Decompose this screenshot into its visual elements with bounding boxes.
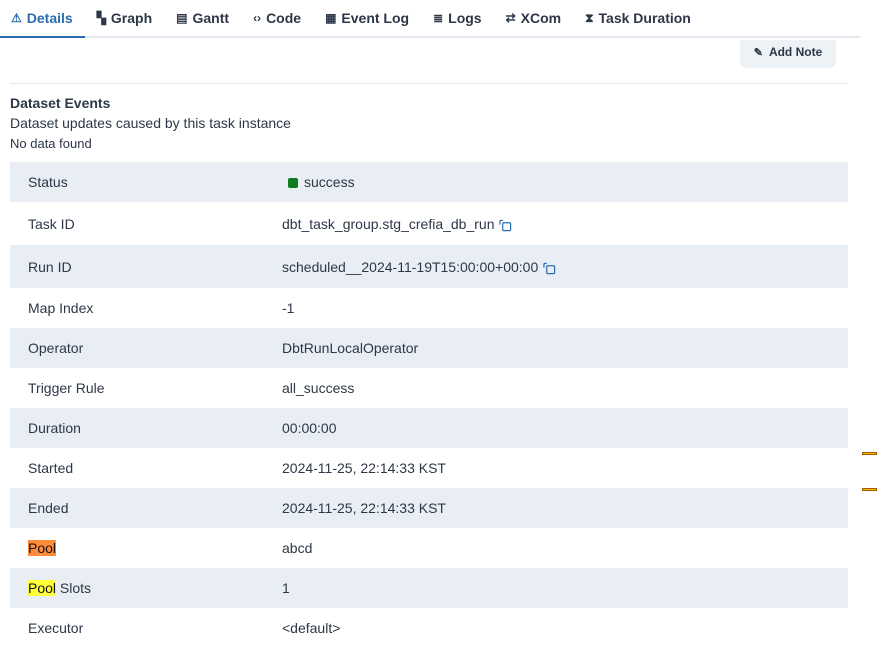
row-key: Operator	[28, 340, 84, 356]
warning-triangle-icon: ⚠	[11, 11, 22, 25]
tab-label: Logs	[448, 10, 482, 26]
search-highlight-current: Pool	[28, 540, 57, 556]
tab-event-log[interactable]: ▦ Event Log	[313, 0, 421, 38]
task-instance-details-table: Status success Task ID dbt_task_group.st…	[10, 162, 848, 648]
tab-gantt[interactable]: ▤ Gantt	[164, 0, 241, 38]
search-highlight-match: Pool	[28, 580, 57, 596]
tab-details[interactable]: ⚠ Details	[0, 0, 85, 38]
dataset-events-title: Dataset Events	[10, 95, 111, 111]
tab-label: Task Duration	[598, 10, 691, 26]
event-log-icon: ▦	[325, 11, 337, 25]
tab-label: Details	[26, 10, 73, 26]
run-id-value: scheduled__2024-11-19T15:00:00+00:00	[282, 258, 539, 275]
row-key: Started	[28, 460, 74, 476]
table-row-task-id: Task ID dbt_task_group.stg_crefia_db_run	[10, 202, 848, 245]
row-value: DbtRunLocalOperator	[282, 340, 419, 356]
table-row-ended: Ended 2024-11-25, 22:14:33 KST	[10, 488, 848, 528]
status-indicator-icon	[288, 178, 298, 188]
row-key: Run ID	[28, 258, 72, 275]
tab-bar: ⚠ Details ▚ Graph ▤ Gantt ‹› Code ▦ Even…	[0, 0, 860, 38]
row-key-rest: Slots	[56, 580, 92, 596]
tab-code[interactable]: ‹› Code	[241, 0, 313, 38]
table-row-map-index: Map Index -1	[10, 288, 848, 328]
table-row-trigger-rule: Trigger Rule all_success	[10, 368, 848, 408]
pencil-icon: ✎	[753, 46, 763, 59]
tab-label: XCom	[520, 10, 562, 26]
row-value: -1	[282, 300, 295, 316]
tab-label: Code	[266, 10, 302, 26]
table-row-operator: Operator DbtRunLocalOperator	[10, 328, 848, 368]
row-key: Executor	[28, 620, 84, 636]
tab-label: Graph	[110, 10, 153, 26]
copy-icon[interactable]	[499, 219, 512, 232]
table-row-pool-slots: Pool Slots 1	[10, 568, 848, 608]
row-value: 1	[282, 580, 290, 596]
copy-icon[interactable]	[543, 262, 556, 275]
row-value: 00:00:00	[282, 420, 337, 436]
tab-logs[interactable]: ≣ Logs	[421, 0, 494, 38]
row-value: dbt_task_group.stg_crefia_db_run	[282, 202, 848, 245]
tab-label: Event Log	[341, 10, 410, 26]
hourglass-icon: ⧗	[585, 10, 594, 25]
row-value: all_success	[282, 380, 355, 396]
table-row-executor: Executor <default>	[10, 608, 848, 648]
row-key: Pool Slots	[10, 568, 282, 608]
xcom-icon: ⇄	[505, 11, 516, 25]
tab-label: Gantt	[192, 10, 230, 26]
dataset-events-empty: No data found	[10, 136, 92, 151]
row-value: 2024-11-25, 22:14:33 KST	[282, 500, 446, 516]
row-key: Status	[28, 174, 68, 190]
code-icon: ‹›	[253, 11, 262, 25]
tab-task-duration[interactable]: ⧗ Task Duration	[573, 0, 703, 38]
table-row-status: Status success	[10, 162, 848, 202]
table-row-duration: Duration 00:00:00	[10, 408, 848, 448]
row-key: Ended	[28, 500, 69, 516]
table-row-run-id: Run ID scheduled__2024-11-19T15:00:00+00…	[10, 245, 848, 288]
row-key: Duration	[28, 420, 81, 436]
row-value: <default>	[282, 620, 341, 636]
row-key: Trigger Rule	[28, 380, 105, 396]
status-value: success	[304, 174, 355, 190]
dataset-events-section: Dataset Events Dataset updates caused by…	[10, 95, 291, 152]
task-id-value: dbt_task_group.stg_crefia_db_run	[282, 215, 495, 232]
logs-icon: ≣	[433, 11, 444, 25]
graph-icon: ▚	[96, 11, 106, 25]
tab-xcom[interactable]: ⇄ XCom	[494, 0, 574, 38]
row-value: abcd	[282, 540, 313, 556]
scrollbar-search-match-marker[interactable]	[862, 488, 877, 491]
note-section: ✎ Add Note	[10, 40, 848, 84]
row-value: scheduled__2024-11-19T15:00:00+00:00	[282, 245, 848, 288]
table-row-started: Started 2024-11-25, 22:14:33 KST	[10, 448, 848, 488]
row-value: 2024-11-25, 22:14:33 KST	[282, 460, 446, 476]
table-row-pool: Pool abcd	[10, 528, 848, 568]
row-key: Map Index	[28, 300, 94, 316]
dataset-events-subtitle: Dataset updates caused by this task inst…	[10, 115, 291, 131]
tab-graph[interactable]: ▚ Graph	[85, 0, 164, 38]
add-note-button[interactable]: ✎ Add Note	[740, 40, 836, 68]
gantt-icon: ▤	[176, 11, 188, 25]
row-key: Pool	[10, 528, 282, 568]
scrollbar-search-match-marker[interactable]	[862, 452, 877, 455]
add-note-label: Add Note	[768, 45, 823, 59]
row-key: Task ID	[28, 215, 75, 232]
row-value: success	[282, 162, 848, 202]
